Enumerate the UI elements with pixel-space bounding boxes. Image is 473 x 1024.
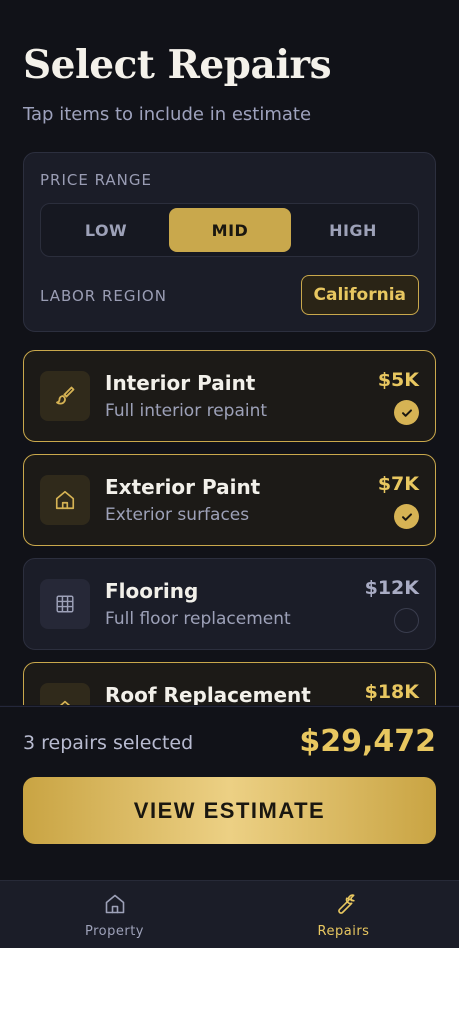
repair-name: Interior Paint [105, 371, 256, 395]
bottom-tab-bar: Property Repairs [0, 880, 459, 948]
repair-name: Roof Replacement [105, 683, 311, 706]
repair-description: Full interior repaint [105, 401, 268, 421]
repair-price: $18K [364, 681, 419, 703]
checkmark-icon[interactable] [394, 504, 419, 529]
price-range-label: PRICE RANGE [40, 171, 153, 189]
price-option-high[interactable]: HIGH [292, 208, 414, 252]
tab-repairs[interactable]: Repairs [229, 881, 458, 948]
house-icon [40, 475, 90, 525]
labor-region-selector[interactable]: California [300, 275, 419, 315]
repair-item-flooring[interactable]: Flooring Full floor replacement $12K [23, 558, 436, 650]
price-option-low[interactable]: LOW [45, 208, 167, 252]
page-subtitle: Tap items to include in estimate [23, 104, 312, 125]
settings-card: PRICE RANGE LOW MID HIGH LABOR REGION Ca… [23, 152, 436, 332]
estimate-total: $29,472 [299, 724, 436, 759]
repair-name: Exterior Paint [105, 475, 261, 499]
app-screen: Select Repairs Tap items to include in e… [0, 0, 459, 948]
roof-icon [40, 683, 90, 706]
repair-price: $12K [364, 577, 419, 599]
view-estimate-button[interactable]: VIEW ESTIMATE [23, 777, 436, 844]
unchecked-circle-icon[interactable] [394, 608, 419, 633]
repair-item-exterior-paint[interactable]: Exterior Paint Exterior surfaces $7K [23, 454, 436, 546]
repair-name: Flooring [105, 579, 199, 603]
repair-item-interior-paint[interactable]: Interior Paint Full interior repaint $5K [23, 350, 436, 442]
repairs-list: Interior Paint Full interior repaint $5K… [23, 350, 436, 706]
tab-label: Repairs [317, 923, 370, 939]
repair-item-roof-replacement[interactable]: Roof Replacement $18K [23, 662, 436, 706]
tab-label: Property [84, 923, 144, 939]
house-icon [103, 892, 127, 920]
divider [0, 706, 459, 707]
repair-description: Exterior surfaces [105, 505, 250, 525]
estimate-summary: 3 repairs selected $29,472 VIEW ESTIMATE [0, 705, 459, 881]
repair-description: Full floor replacement [105, 609, 291, 629]
selected-count: 3 repairs selected [23, 732, 194, 754]
grid-icon [40, 579, 90, 629]
page-title: Select Repairs [23, 42, 332, 88]
price-range-selector: LOW MID HIGH [40, 203, 419, 257]
repair-price: $7K [377, 473, 419, 495]
price-option-mid[interactable]: MID [169, 208, 291, 252]
tab-property[interactable]: Property [0, 881, 229, 948]
paintbrush-icon [40, 371, 90, 421]
wrench-icon [332, 892, 356, 920]
repair-price: $5K [377, 369, 419, 391]
labor-region-label: LABOR REGION [40, 287, 167, 305]
checkmark-icon[interactable] [394, 400, 419, 425]
